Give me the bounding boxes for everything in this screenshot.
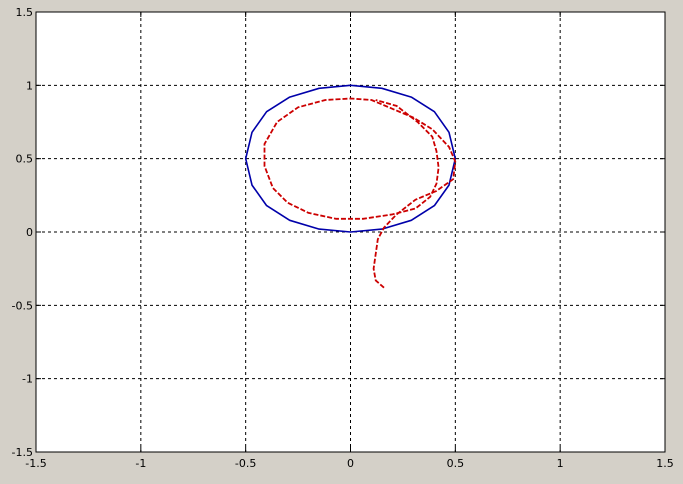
figure-canvas: -1.5 -1 -0.5 0 0.5 1 1.5 -1.5-1-0.500.511.5 — [0, 0, 683, 484]
x-tick-label: 1.5 — [656, 457, 674, 470]
x-tick-label: -0.5 — [235, 457, 256, 470]
x-tick-label: -1 — [135, 457, 146, 470]
y-tick-label: -1 — [22, 373, 33, 386]
y-tick-label: -1.5 — [12, 446, 33, 459]
y-tick-label: -0.5 — [12, 299, 33, 312]
y-tick-label: 0 — [26, 226, 33, 239]
x-tick-label: 1 — [557, 457, 564, 470]
y-tick-label: 1 — [26, 79, 33, 92]
y-tick-label: 0.5 — [16, 153, 34, 166]
x-tick-label: 0 — [347, 457, 354, 470]
y-tick-label: 1.5 — [16, 6, 34, 19]
x-tick-label: 0.5 — [447, 457, 465, 470]
